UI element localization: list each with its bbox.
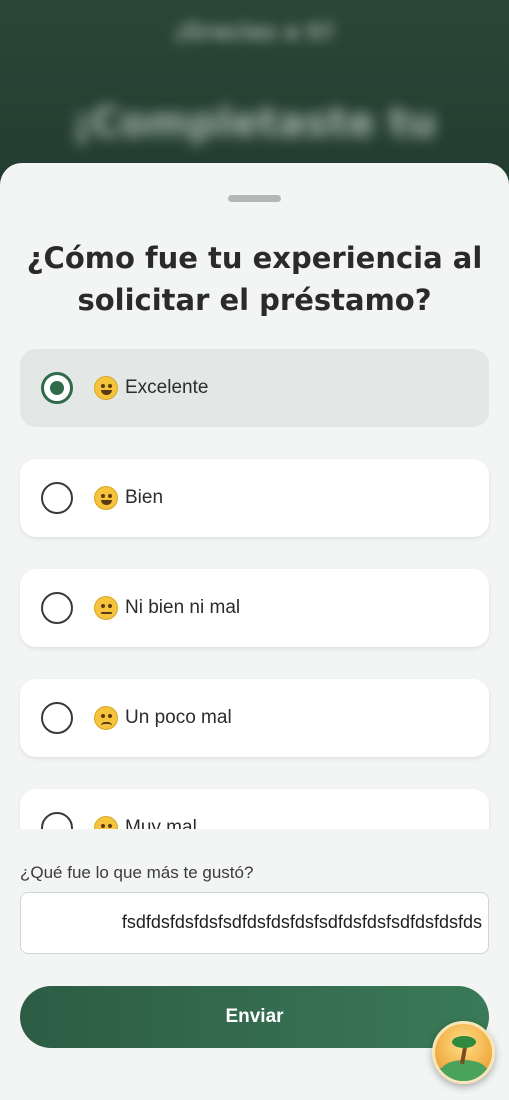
option-muy-mal[interactable]: Muy mal — [20, 789, 489, 829]
radio-button-selected[interactable] — [41, 372, 73, 404]
radio-button[interactable] — [41, 702, 73, 734]
submit-button[interactable]: Enviar — [20, 986, 489, 1048]
star-struck-emoji-icon — [94, 376, 118, 400]
option-bien[interactable]: Bien — [20, 459, 489, 537]
option-label: Excelente — [125, 377, 209, 398]
confused-face-emoji-icon — [94, 706, 118, 730]
grinning-face-emoji-icon — [94, 486, 118, 510]
option-excelente[interactable]: Excelente — [20, 349, 489, 427]
background-subtitle: ¡Gracias a ti! — [174, 20, 335, 45]
neutral-face-emoji-icon — [94, 596, 118, 620]
radio-button[interactable] — [41, 812, 73, 829]
option-un-poco-mal[interactable]: Un poco mal — [20, 679, 489, 757]
grimacing-face-emoji-icon — [94, 816, 118, 829]
island-palm-icon[interactable] — [432, 1021, 495, 1084]
feedback-input[interactable]: fsdfdsfdsfdsfsdfdsfdsfdsfsdfdsfdsfsdfdsf… — [20, 892, 489, 954]
option-ni-bien-ni-mal[interactable]: Ni bien ni mal — [20, 569, 489, 647]
option-label: Muy mal — [125, 817, 197, 829]
option-label: Ni bien ni mal — [125, 597, 241, 618]
radio-button[interactable] — [41, 592, 73, 624]
background-title: ¡Completaste tu — [72, 100, 437, 146]
question-title: ¿Cómo fue tu experiencia al solicitar el… — [26, 241, 483, 317]
rating-options-list[interactable]: Excelente Bien Ni bien ni mal Un poco ma… — [0, 349, 509, 829]
feedback-label: ¿Qué fue lo que más te gustó? — [20, 863, 254, 882]
option-label: Un poco mal — [125, 707, 232, 728]
drag-handle[interactable] — [228, 195, 281, 202]
radio-button[interactable] — [41, 482, 73, 514]
bottom-sheet: ¿Cómo fue tu experiencia al solicitar el… — [0, 163, 509, 1100]
option-label: Bien — [125, 487, 164, 508]
